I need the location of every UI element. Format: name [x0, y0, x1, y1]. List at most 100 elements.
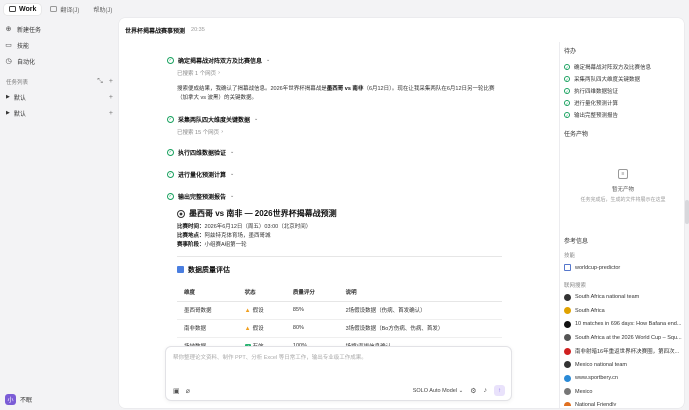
chevron-down-icon: ⌄ — [254, 116, 259, 122]
warning-icon: ▲ — [244, 326, 251, 332]
side-info-panel: 待办 ✓ 确定揭幕战对阵双方及比赛信息 ✓ 采集两队四大维度关键数据 ✓ 执行四维数据… — [564, 46, 682, 406]
step-item[interactable]: ✓ 采集两队四大维度关键数据 ⌄ — [167, 113, 512, 125]
favicon-icon — [564, 374, 571, 382]
step-item[interactable]: ✓ 执行四维数据验证 ⌄ — [167, 146, 512, 158]
user-profile[interactable]: 小 不眠 — [5, 394, 32, 405]
reference-link[interactable]: National Friendly — [564, 399, 682, 406]
match-info: 比赛时间：2026年6月12日（周五）03:00（北京时间） 比赛地点：阿兹特克… — [177, 223, 512, 250]
reference-link[interactable]: Mexico national team — [564, 358, 682, 372]
info-key: 比赛时间： — [177, 224, 205, 230]
microphone-icon[interactable]: ♪ — [484, 387, 488, 394]
window-icon — [50, 6, 58, 12]
check-circle-icon: ✓ — [564, 76, 570, 82]
empty-products: ≡ 暂无产物 任务完成后，生成的文件将展示在这里 — [564, 144, 682, 228]
sidebar-item-label: 新建任务 — [17, 27, 42, 34]
panel-divider — [559, 42, 560, 408]
reference-label: South Africa at the 2026 World Cup – Squ… — [575, 334, 682, 341]
chevron-down-icon: ⌄ — [458, 387, 464, 394]
user-name: 不眠 — [20, 398, 33, 404]
step-item[interactable]: ✓ 进行量化预测计算 ⌄ — [167, 168, 512, 180]
info-key: 赛事阶段： — [177, 242, 205, 248]
model-selector[interactable]: SOLO Auto Model ⌄ — [413, 388, 463, 394]
check-circle-icon: ✓ — [167, 170, 174, 178]
favicon-icon — [564, 334, 571, 342]
reference-label: Mexico — [575, 388, 593, 395]
collapse-icon[interactable]: ⤡ — [97, 78, 103, 86]
layout-icon[interactable]: ▣ — [173, 387, 180, 395]
todo-item: ✓ 执行四维数据验证 — [564, 85, 682, 97]
step-label: 确定揭幕战对阵双方及比赛信息 — [178, 58, 263, 65]
reference-link[interactable]: South Africa at the 2026 World Cup – Squ… — [564, 331, 682, 345]
reference-link[interactable]: Mexico — [564, 385, 682, 399]
check-circle-icon: ✓ — [167, 115, 174, 123]
sidebar-folder[interactable]: ▶ 默认 + — [0, 89, 119, 105]
search-count[interactable]: 已搜索 1 个网页 › — [177, 69, 512, 77]
sidebar-item-label: 自动化 — [17, 59, 36, 66]
tab-help[interactable]: 帮助(J) — [88, 3, 117, 16]
reference-link[interactable]: 10 matches in 696 days: How Bafana end..… — [564, 318, 682, 332]
bar-chart-icon — [177, 266, 184, 273]
warning-icon: ▲ — [244, 308, 251, 314]
composer-placeholder[interactable]: 帮你整理论文资料、制作 PPT、分析 Excel 等日常工作，输出专业级工作成果… — [173, 353, 367, 361]
sidebar-folder[interactable]: ▶ 默认 + — [0, 105, 119, 121]
info-value: 阿兹特克体育场，墨西哥城 — [204, 233, 271, 239]
favicon-icon — [564, 388, 571, 396]
settings-icon[interactable]: ⚙ — [470, 387, 476, 395]
column-header: 说明 — [338, 282, 502, 302]
timestamp: 20:35 — [191, 27, 205, 33]
check-circle-icon: ✓ — [167, 192, 174, 200]
check-circle-icon: ✓ — [564, 100, 570, 106]
reference-link[interactable]: 南非射暗16年重返世界杯决赛圈，第四次... — [564, 345, 682, 359]
check-circle-icon: ✓ — [564, 88, 570, 94]
table-cell: ▲ 假设 — [237, 319, 286, 338]
task-list-header: 任务列表 ⤡ + — [0, 75, 119, 89]
info-key: 比赛地点： — [177, 233, 205, 239]
reference-title: 参考信息 — [564, 239, 589, 245]
send-button[interactable]: ↑ — [494, 385, 505, 396]
section-heading: 数据质量评估 — [177, 265, 512, 275]
table-cell: 南非数据 — [177, 319, 238, 338]
reference-label: 南非射暗16年重返世界杯决赛圈，第四次... — [575, 349, 680, 356]
todo-item: ✓ 采集两队四大维度关键数据 — [564, 73, 682, 85]
add-task-icon[interactable]: + — [109, 110, 113, 117]
step-item[interactable]: ✓ 确定揭幕战对阵双方及比赛信息 ⌄ — [167, 54, 512, 66]
add-folder-icon[interactable]: + — [109, 78, 113, 86]
scrollbar[interactable] — [685, 200, 689, 224]
reference-link[interactable]: www.sportbery.cn — [564, 372, 682, 386]
add-task-icon[interactable]: + — [109, 94, 113, 101]
info-value: 2026年6月12日（周五）03:00（北京时间） — [204, 224, 312, 230]
search-count[interactable]: 已搜索 15 个网页 › — [177, 128, 512, 136]
sidebar-item-automation[interactable]: ◷ 自动化 — [0, 53, 119, 69]
message-composer[interactable]: 帮你整理论文资料、制作 PPT、分析 Excel 等日常工作，输出专业级工作成果… — [165, 346, 512, 401]
todo-label: 执行四维数据验证 — [574, 89, 619, 95]
skill-label: worldcup-predictor — [575, 264, 621, 271]
tab-work[interactable]: Work — [4, 3, 42, 15]
tab-translate[interactable]: 翻译(J) — [45, 3, 84, 16]
skill-item[interactable]: worldcup-predictor — [564, 261, 682, 275]
chevron-down-icon: ⌄ — [230, 193, 235, 199]
reference-link[interactable]: South Africa — [564, 304, 682, 318]
step-label: 采集两队四大维度关键数据 — [178, 117, 251, 124]
clock-icon: ◷ — [5, 58, 12, 65]
favicon-icon — [564, 307, 571, 315]
paperclip-icon[interactable]: ⌀ — [186, 387, 190, 395]
step-item[interactable]: ✓ 输出完整预测报告 ⌄ — [167, 190, 512, 202]
sidebar-item-label: 技能 — [17, 43, 30, 50]
soccer-ball-icon — [177, 209, 185, 218]
document-icon: ≡ — [618, 169, 628, 179]
reference-link[interactable]: South Africa national team — [564, 291, 682, 305]
chevron-right-icon: › — [221, 129, 224, 135]
chevron-down-icon: ⌄ — [230, 171, 235, 177]
products-title: 任务产物 — [564, 132, 589, 138]
check-circle-icon: ✓ — [167, 148, 174, 156]
empty-title: 暂无产物 — [611, 187, 634, 193]
todo-label: 输出完整预测报告 — [574, 113, 619, 119]
book-icon: ▭ — [5, 42, 12, 49]
step-label: 输出完整预测报告 — [178, 194, 227, 201]
sidebar-item-new-task[interactable]: ⊕ 新建任务 — [0, 21, 119, 37]
match-info-row: 赛事阶段：小组赛A组第一轮 — [177, 241, 512, 250]
table-row: 墨西哥数据 ▲ 假设 85% 2场假设数据（伤病、首发确认） — [177, 301, 502, 320]
sidebar-item-skills[interactable]: ▭ 技能 — [0, 37, 119, 53]
reference-label: Mexico national team — [575, 361, 627, 368]
top-bar: Work 翻译(J) 帮助(J) — [0, 0, 689, 18]
